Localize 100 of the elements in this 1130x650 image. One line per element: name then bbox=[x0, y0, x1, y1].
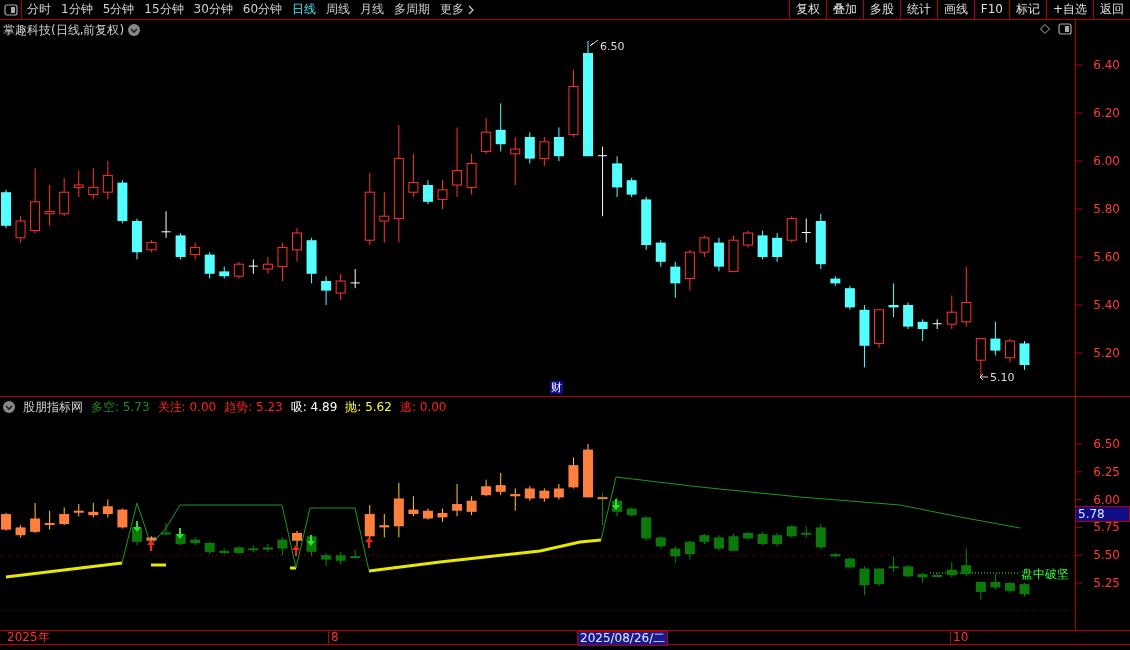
period-tab[interactable]: 多周期 bbox=[389, 0, 436, 19]
candlestick bbox=[248, 544, 259, 553]
candlestick bbox=[481, 117, 492, 155]
period-tab[interactable]: 分时 bbox=[22, 0, 56, 19]
candlestick bbox=[903, 302, 914, 330]
toolbar-button[interactable]: 统计 bbox=[899, 0, 937, 19]
candlestick bbox=[539, 488, 550, 503]
candlestick bbox=[248, 258, 259, 275]
toolbar-button[interactable]: F10 bbox=[973, 0, 1009, 19]
candlestick bbox=[73, 503, 84, 517]
candlestick bbox=[874, 309, 884, 349]
period-tab[interactable]: 日线 bbox=[287, 0, 322, 19]
period-tab[interactable]: 60分钟 bbox=[237, 0, 288, 19]
candlestick bbox=[859, 565, 870, 596]
candlestick bbox=[568, 69, 579, 138]
candlestick bbox=[44, 510, 55, 531]
candlestick bbox=[699, 533, 710, 545]
leader-line bbox=[979, 373, 989, 381]
candlestick bbox=[553, 126, 564, 162]
candlestick bbox=[597, 492, 608, 526]
indicator-value: 抛: 5.62 bbox=[345, 399, 392, 416]
time-axis-label: 2025年 bbox=[6, 631, 51, 644]
candlestick bbox=[786, 215, 797, 244]
toolbar-button[interactable]: 叠加 bbox=[825, 0, 863, 19]
candlestick bbox=[88, 502, 99, 518]
candlestick bbox=[335, 273, 346, 301]
axis-tick-label: 5.50 bbox=[1093, 548, 1120, 563]
candlestick bbox=[321, 275, 332, 306]
candlestick bbox=[990, 321, 1001, 356]
candlestick bbox=[830, 552, 841, 558]
candlestick bbox=[190, 536, 201, 546]
candlestick bbox=[917, 318, 928, 342]
time-axis-label: 10 bbox=[950, 631, 971, 644]
chart-title: 掌趣科技(日线,前复权) bbox=[3, 22, 125, 39]
candlestick bbox=[699, 234, 710, 258]
candlestick bbox=[597, 146, 608, 217]
candlestick bbox=[262, 543, 273, 553]
candlestick bbox=[175, 232, 186, 260]
indicator-value: 趋势: 5.23 bbox=[224, 399, 283, 416]
candlestick bbox=[379, 191, 390, 244]
candlestick bbox=[743, 230, 754, 248]
chevron-right-icon bbox=[468, 4, 475, 15]
candlestick bbox=[1, 512, 11, 532]
toolbar-button[interactable]: 多股 bbox=[862, 0, 900, 19]
candlestick bbox=[350, 268, 361, 289]
candlestick bbox=[219, 548, 230, 555]
period-tab[interactable]: 5分钟 bbox=[97, 0, 140, 19]
candlestick bbox=[815, 213, 826, 270]
candlestick bbox=[510, 136, 521, 186]
candlestick bbox=[393, 482, 404, 538]
candlestick bbox=[874, 568, 884, 587]
candlestick bbox=[772, 232, 783, 263]
candlestick bbox=[30, 167, 41, 234]
candlestick bbox=[626, 506, 637, 517]
period-tab[interactable]: 30分钟 bbox=[188, 0, 238, 19]
candlestick bbox=[335, 551, 346, 565]
candlestick bbox=[364, 504, 375, 539]
candlestick bbox=[1004, 338, 1015, 364]
toolbar-button[interactable]: 复权 bbox=[788, 0, 826, 19]
up-arrow-icon bbox=[292, 545, 300, 556]
candlestick bbox=[306, 237, 317, 284]
candlestick bbox=[524, 131, 535, 164]
axis-tick-label: 6.40 bbox=[1093, 58, 1120, 72]
candlestick bbox=[146, 535, 157, 543]
candlestick bbox=[88, 167, 99, 200]
toolbar-button[interactable]: 画线 bbox=[936, 0, 974, 19]
toolbar-button[interactable]: 标记 bbox=[1008, 0, 1046, 19]
panel-toggle-icon bbox=[1058, 23, 1072, 35]
candlestick bbox=[277, 242, 288, 282]
candlestick bbox=[772, 532, 783, 547]
period-tab[interactable]: 月线 bbox=[355, 0, 390, 19]
candlestick bbox=[117, 179, 128, 224]
candlestick bbox=[583, 443, 593, 498]
toolbar-button[interactable]: +自选 bbox=[1045, 0, 1093, 19]
candlestick bbox=[728, 234, 739, 272]
candlestick bbox=[539, 136, 550, 167]
current-price-label: 5.78 bbox=[1075, 506, 1130, 522]
period-tab[interactable]: 周线 bbox=[321, 0, 356, 19]
candlestick bbox=[830, 275, 841, 287]
down-arrow-icon bbox=[133, 521, 141, 532]
candlestick bbox=[481, 479, 492, 497]
period-tab[interactable]: 15分钟 bbox=[139, 0, 189, 19]
candlestick bbox=[15, 215, 26, 244]
candlestick bbox=[277, 536, 288, 556]
dropdown-icon bbox=[3, 401, 15, 413]
candlestick bbox=[568, 456, 579, 489]
toolbar-button[interactable]: 返回 bbox=[1093, 0, 1130, 19]
period-tab[interactable]: 1分钟 bbox=[56, 0, 98, 19]
candlestick bbox=[553, 483, 564, 501]
period-tab[interactable]: 更多 bbox=[435, 0, 480, 19]
candlestick bbox=[961, 548, 972, 577]
axis-tick-label: 6.50 bbox=[1093, 437, 1120, 451]
candlestick bbox=[466, 153, 477, 196]
candlestick bbox=[102, 160, 113, 200]
indicator-value: 吸: 4.89 bbox=[290, 399, 338, 416]
candlestick bbox=[161, 210, 172, 239]
candlestick bbox=[524, 485, 535, 502]
candlestick bbox=[859, 304, 870, 368]
candlestick bbox=[743, 531, 754, 541]
low-price-label: 5.10 bbox=[990, 371, 1015, 384]
